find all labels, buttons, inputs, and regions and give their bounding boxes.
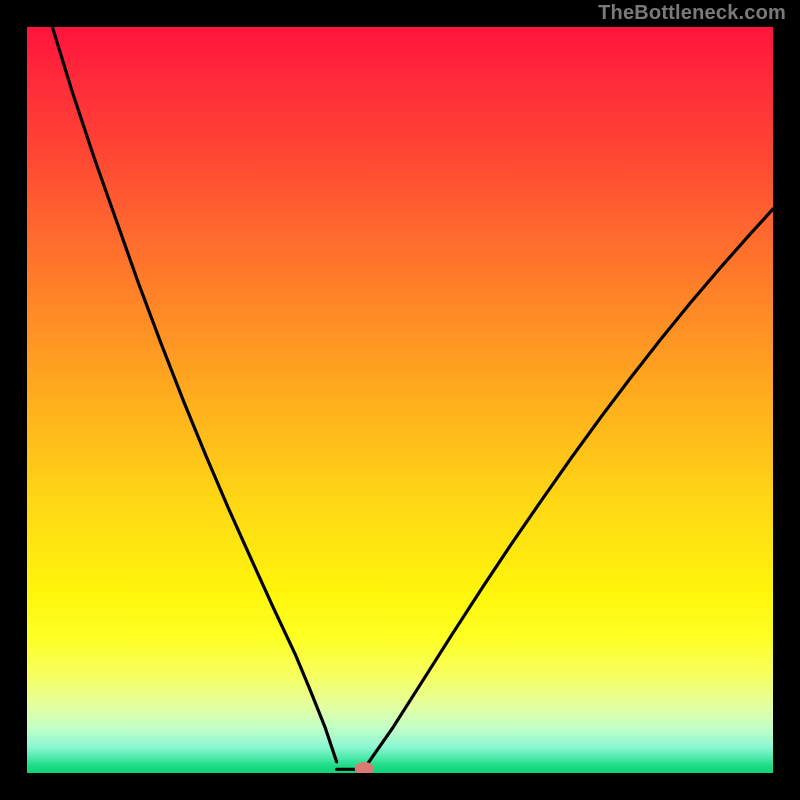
plot-area — [27, 27, 773, 773]
chart-frame: TheBottleneck.com — [0, 0, 800, 800]
watermark-label: TheBottleneck.com — [598, 2, 786, 25]
curve-right-arm — [366, 209, 773, 766]
curve-left-arm — [52, 27, 336, 762]
trough-marker — [355, 763, 373, 774]
bottleneck-curve — [27, 27, 773, 773]
